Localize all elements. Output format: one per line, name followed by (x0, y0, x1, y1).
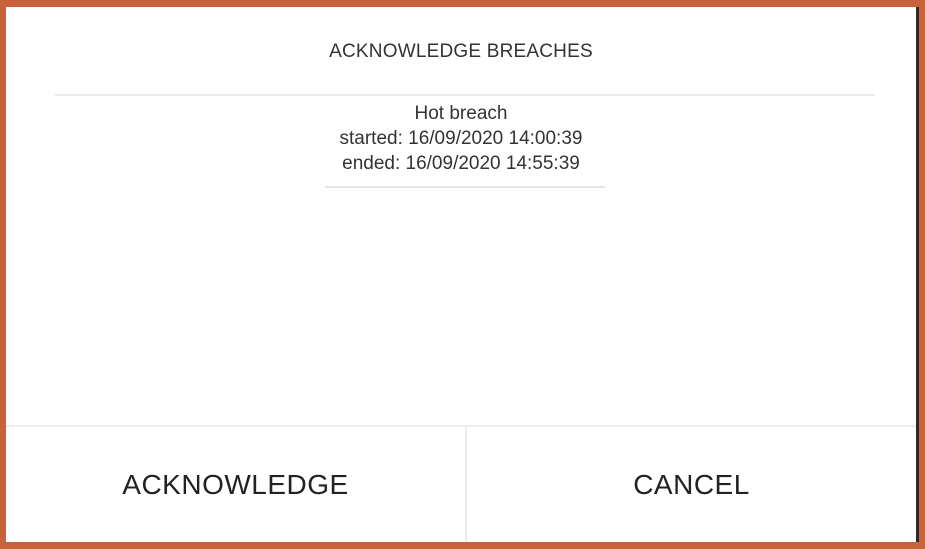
breach-started-time: started: 16/09/2020 14:00:39 (339, 128, 583, 149)
frame-right-edge (916, 7, 925, 542)
breach-name: Hot breach (414, 103, 508, 124)
dialog-button-row: ACKNOWLEDGE CANCEL (6, 425, 916, 542)
screenshot-frame: ACKNOWLEDGE BREACHES Hot breach started:… (0, 0, 925, 549)
cancel-button[interactable]: CANCEL (467, 427, 916, 542)
screen-edge (916, 7, 919, 542)
breach-item-divider (325, 186, 605, 188)
breach-list-item[interactable]: Hot breach started: 16/09/2020 14:00:39 … (6, 101, 916, 176)
acknowledge-button[interactable]: ACKNOWLEDGE (6, 427, 465, 542)
breach-ended-time: ended: 16/09/2020 14:55:39 (342, 153, 580, 174)
dialog-title: ACKNOWLEDGE BREACHES (329, 41, 593, 62)
title-divider (55, 94, 875, 96)
acknowledge-breaches-dialog: ACKNOWLEDGE BREACHES Hot breach started:… (6, 7, 916, 542)
